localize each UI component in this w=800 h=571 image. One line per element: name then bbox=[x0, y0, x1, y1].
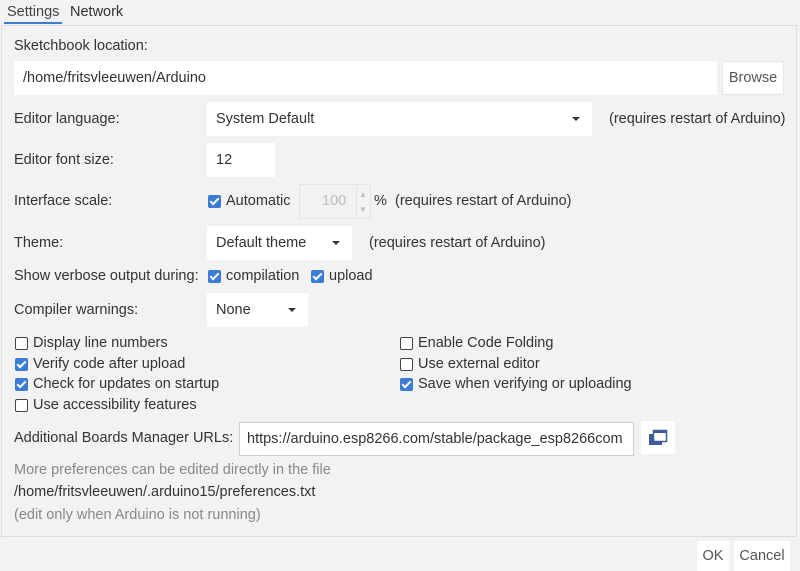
display-line-numbers-checkbox[interactable] bbox=[15, 337, 28, 350]
cancel-button[interactable]: Cancel bbox=[734, 541, 790, 571]
chevron-down-icon bbox=[572, 117, 580, 121]
theme-restart-note: (requires restart of Arduino) bbox=[369, 235, 546, 251]
editor-language-value: System Default bbox=[216, 111, 315, 127]
compilation-checkbox[interactable] bbox=[208, 270, 221, 283]
spinner-down-icon[interactable]: ▼ bbox=[359, 205, 367, 214]
tab-settings[interactable]: Settings bbox=[4, 3, 63, 24]
accessibility-checkbox[interactable] bbox=[15, 399, 28, 412]
chevron-down-icon bbox=[288, 308, 296, 312]
option-label: Use external editor bbox=[418, 356, 540, 372]
compiler-warnings-select[interactable]: None bbox=[207, 293, 308, 327]
verify-after-upload-checkbox[interactable] bbox=[15, 358, 28, 371]
code-folding-checkbox[interactable] bbox=[400, 337, 413, 350]
scale-value: 100 bbox=[322, 193, 347, 209]
info-line-3: (edit only when Arduino is not running) bbox=[14, 507, 261, 523]
verbose-label: Show verbose output during: bbox=[14, 268, 199, 284]
theme-label: Theme: bbox=[14, 235, 64, 251]
compiler-warnings-label: Compiler warnings: bbox=[14, 302, 139, 318]
upload-label: upload bbox=[329, 268, 373, 284]
theme-select[interactable]: Default theme bbox=[207, 226, 352, 260]
compilation-label: compilation bbox=[226, 268, 300, 284]
option-label: Check for updates on startup bbox=[33, 376, 220, 392]
chevron-down-icon bbox=[332, 241, 340, 245]
interface-scale-label: Interface scale: bbox=[14, 193, 113, 209]
external-editor-checkbox[interactable] bbox=[400, 358, 413, 371]
automatic-label: Automatic bbox=[226, 193, 291, 209]
scale-restart-note: (requires restart of Arduino) bbox=[395, 193, 572, 209]
theme-value: Default theme bbox=[216, 235, 307, 251]
percent-unit: % bbox=[374, 193, 387, 209]
preferences-path: /home/fritsvleeuwen/.arduino15/preferenc… bbox=[14, 484, 316, 500]
sketchbook-input[interactable]: /home/fritsvleeuwen/Arduino bbox=[14, 61, 717, 95]
info-line-1: More preferences can be edited directly … bbox=[14, 462, 331, 478]
option-label: Display line numbers bbox=[33, 335, 168, 351]
boards-urls-input[interactable]: https://arduino.esp8266.com/stable/packa… bbox=[239, 422, 634, 456]
tab-network[interactable]: Network bbox=[70, 3, 123, 24]
ok-button[interactable]: OK bbox=[697, 541, 729, 571]
sketchbook-label: Sketchbook location: bbox=[14, 38, 148, 54]
automatic-checkbox[interactable] bbox=[208, 195, 221, 208]
save-when-verifying-checkbox[interactable] bbox=[400, 378, 413, 391]
option-label: Save when verifying or uploading bbox=[418, 376, 632, 392]
spinner-up-icon[interactable]: ▲ bbox=[359, 190, 367, 199]
boards-urls-label: Additional Boards Manager URLs: bbox=[14, 430, 234, 446]
warnings-value: None bbox=[216, 302, 251, 318]
option-label: Verify code after upload bbox=[33, 356, 186, 372]
option-label: Use accessibility features bbox=[33, 397, 197, 413]
browse-button[interactable]: Browse bbox=[722, 61, 784, 95]
upload-checkbox[interactable] bbox=[311, 270, 324, 283]
window-list-icon bbox=[649, 429, 668, 445]
font-size-label: Editor font size: bbox=[14, 152, 114, 168]
check-updates-checkbox[interactable] bbox=[15, 378, 28, 391]
edit-urls-button[interactable] bbox=[641, 421, 675, 454]
editor-language-label: Editor language: bbox=[14, 111, 120, 127]
language-restart-note: (requires restart of Arduino) bbox=[609, 111, 786, 127]
font-size-input[interactable]: 12 bbox=[207, 143, 275, 177]
scale-spinner[interactable]: 100 ▲ ▼ bbox=[299, 184, 371, 219]
option-label: Enable Code Folding bbox=[418, 335, 554, 351]
editor-language-select[interactable]: System Default bbox=[207, 102, 592, 136]
